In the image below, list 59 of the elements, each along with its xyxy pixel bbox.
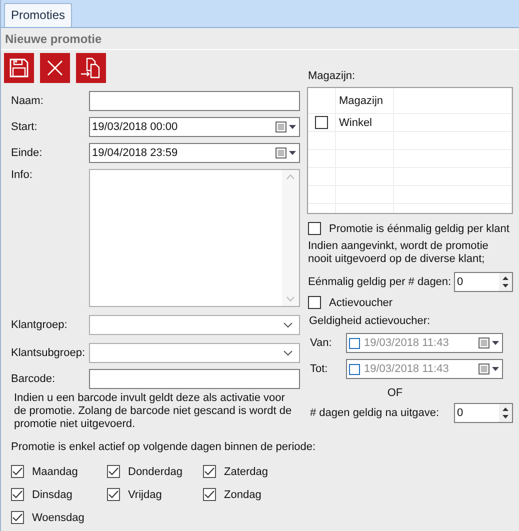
section-title: Nieuwe promotie xyxy=(1,28,519,50)
dropdown[interactable] xyxy=(89,343,300,363)
field-label: Info: xyxy=(11,169,34,181)
field-label: Einde: xyxy=(11,147,44,159)
day-checkbox[interactable]: Woensdag xyxy=(11,511,107,524)
field-label: Barcode: xyxy=(11,373,56,385)
scroll-bar[interactable] xyxy=(282,170,299,306)
field-label: Van: xyxy=(310,337,333,349)
check-icon xyxy=(108,490,119,499)
column-header[interactable]: Magazijn xyxy=(336,88,394,113)
number-spinner[interactable]: 0 xyxy=(454,272,513,292)
table-cell: Winkel xyxy=(336,114,394,131)
day-checkbox[interactable]: Vrijdag xyxy=(107,488,203,501)
close-icon xyxy=(46,59,64,77)
validity-label: Geldigheid actievoucher: xyxy=(308,315,432,327)
row-checkbox[interactable] xyxy=(315,116,328,129)
field-label: Eénmalig geldig per # dagen: xyxy=(308,276,452,288)
save-button[interactable] xyxy=(4,53,34,83)
day-checkbox[interactable]: Zondag xyxy=(203,488,299,501)
input-field[interactable] xyxy=(89,369,300,389)
field-label: Naam: xyxy=(11,95,44,107)
number-spinner[interactable]: 0 xyxy=(454,403,513,423)
day-checkbox[interactable]: Donderdag xyxy=(107,465,203,478)
field-label: # dagen geldig na uitgave: xyxy=(310,407,440,419)
check-icon xyxy=(12,467,23,476)
calendar-dropdown-icon xyxy=(275,121,297,133)
actievoucher-checkbox[interactable]: Actievoucher xyxy=(308,296,513,309)
input-field[interactable] xyxy=(89,91,300,111)
days-label: Promotie is enkel actief op volgende dagen binnen de periode: xyxy=(11,441,316,453)
day-checkbox[interactable]: Dinsdag xyxy=(11,488,107,501)
store-label: Magazijn: xyxy=(308,70,356,82)
check-icon xyxy=(204,490,215,499)
calendar-dropdown-icon xyxy=(478,363,500,375)
calendar-dropdown-icon xyxy=(275,147,297,159)
check-icon xyxy=(108,467,119,476)
once-note: Indien aangevinkt, wordt de promotie nooit uitgevoerd op de diverse klant; xyxy=(308,240,490,266)
field-label: Start: xyxy=(11,121,38,133)
day-checkbox[interactable]: Maandag xyxy=(11,465,107,478)
check-icon xyxy=(12,490,23,499)
tab[interactable]: Promoties xyxy=(4,3,72,27)
field-label: Klantgroep: xyxy=(11,319,68,331)
barcode-note: Indien u een barcode invult geldt deze als activatie voor de promotie. Zolang de barcode niet gescand is wordt de promotie niet uitgevoerd. xyxy=(13,392,293,431)
delete-button[interactable] xyxy=(40,53,70,83)
date-picker[interactable]: 19/04/2018 23:59 xyxy=(89,143,300,163)
date-picker[interactable]: 19/03/2018 00:00 xyxy=(89,117,300,137)
check-icon xyxy=(204,467,215,476)
copy-button[interactable] xyxy=(76,53,106,83)
field-label: Klantsubgroep: xyxy=(11,347,86,359)
or-label: OF xyxy=(386,387,404,399)
field-label: Tot: xyxy=(310,363,329,375)
calendar-dropdown-icon xyxy=(478,337,500,349)
dropdown[interactable] xyxy=(89,315,300,335)
chevron-down-icon xyxy=(283,350,293,356)
chevron-down-icon xyxy=(283,322,293,328)
text-area[interactable] xyxy=(89,169,300,307)
day-checkbox[interactable]: Zaterdag xyxy=(203,465,299,478)
once-per-customer-checkbox[interactable]: Promotie is éénmalig geldig per klant xyxy=(308,222,513,235)
copy-icon xyxy=(80,57,102,79)
check-icon xyxy=(12,513,23,522)
